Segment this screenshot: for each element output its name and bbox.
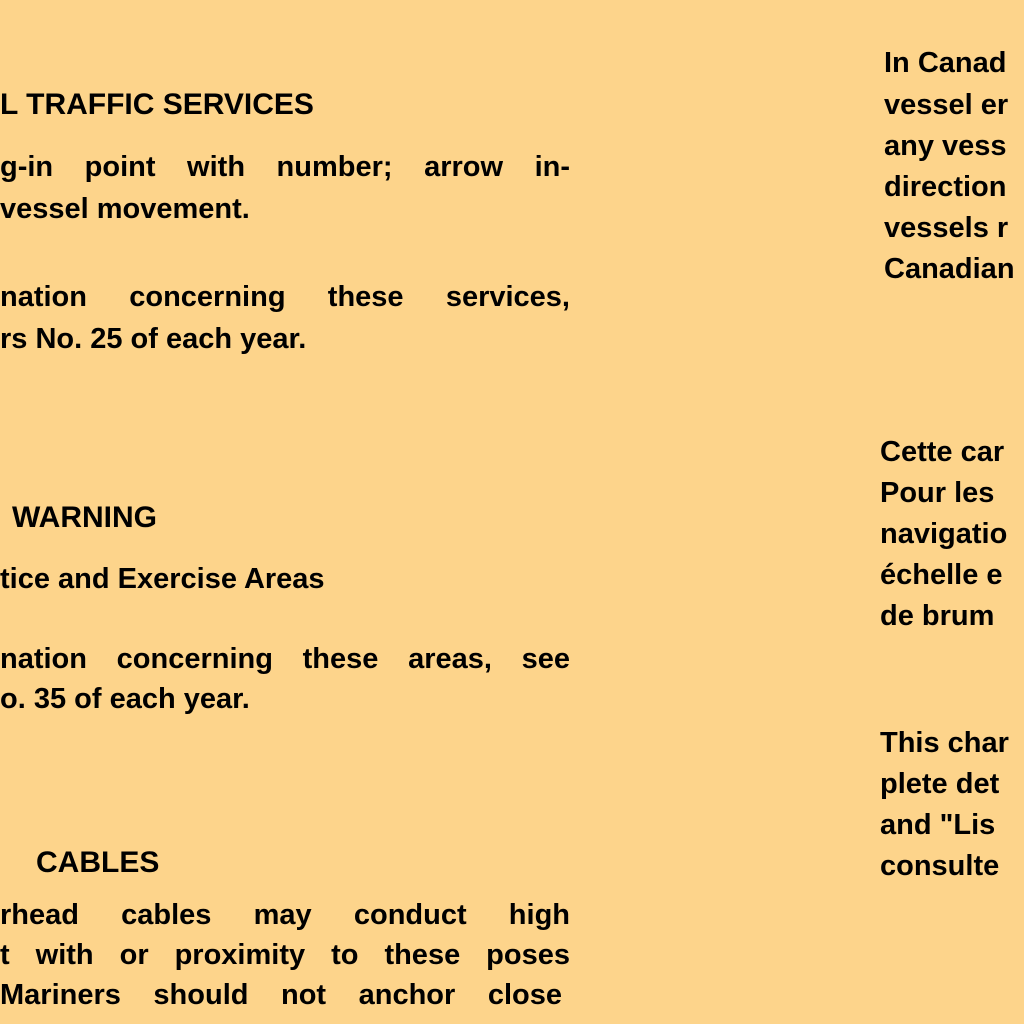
right-paragraph-line: de brum [880,600,995,632]
vts-text-line: vessel movement. [0,193,250,225]
cables-text-line: Mariners should not anchor close [0,979,562,1011]
vts-text-line: nation concerning these services, [0,281,570,313]
right-paragraph-line: consulte [880,850,1000,882]
right-paragraph-line: échelle e [880,559,1003,591]
warning-text-line: o. 35 of each year. [0,683,250,715]
vts-heading: L TRAFFIC SERVICES [0,88,314,121]
right-paragraph-line: In Canad [884,47,1007,79]
right-paragraph-line: and "Lis [880,809,996,841]
cables-text-line: t with or proximity to these poses [0,939,570,971]
warning-text-line: nation concerning these areas, see [0,643,570,675]
cables-text-line: rhead cables may conduct high [0,899,570,931]
vts-text-line: rs No. 25 of each year. [0,323,307,355]
cables-heading: CABLES [36,846,160,879]
right-paragraph-line: Canadian [884,253,1015,285]
warning-subheading: tice and Exercise Areas [0,563,325,595]
right-paragraph-line: navigatio [880,518,1008,550]
warning-heading: WARNING [12,501,157,534]
right-paragraph-line: any vess [884,130,1007,162]
vts-text-line: g-in point with number; arrow in- [0,151,570,183]
right-paragraph-line: direction [884,171,1007,203]
right-paragraph-line: vessel er [884,89,1009,121]
right-paragraph-line: plete det [880,768,1000,800]
right-paragraph-line: Cette car [880,436,1005,468]
right-paragraph-line: Pour les [880,477,995,509]
right-paragraph-line: vessels r [884,212,1009,244]
right-paragraph-line: This char [880,727,1009,759]
